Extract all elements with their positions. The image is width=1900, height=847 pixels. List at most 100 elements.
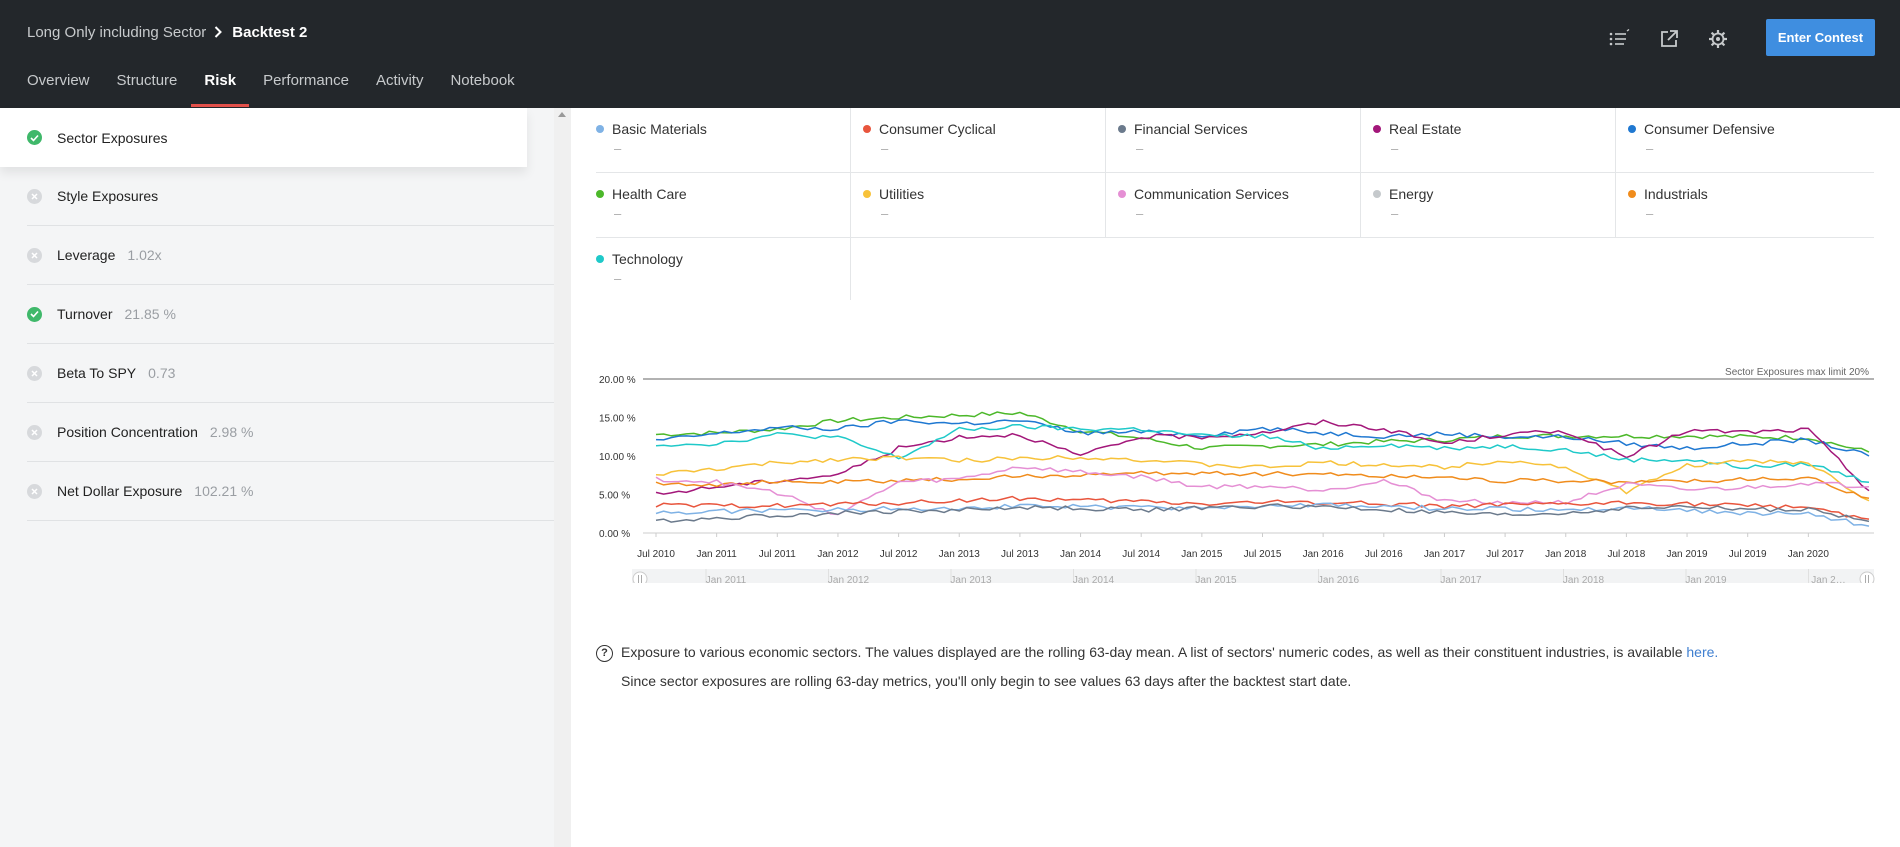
legend-dot [863, 190, 871, 198]
legend-label: Financial Services [1134, 121, 1248, 137]
x-tick-label: Jan 2012 [817, 549, 859, 560]
sidebar-item-net-dollar-exposure[interactable]: Net Dollar Exposure 102.21 % [27, 462, 554, 521]
x-tick-label: Jul 2014 [1122, 549, 1160, 560]
sidebar-item-value: 2.98 % [209, 424, 254, 440]
legend-item-financial-services[interactable]: Financial Services – [1106, 108, 1361, 173]
tab-performance[interactable]: Performance [263, 72, 349, 108]
legend-item-communication-services[interactable]: Communication Services – [1106, 173, 1361, 238]
legend-dot [1628, 190, 1636, 198]
x-tick-label: Jul 2019 [1729, 549, 1767, 560]
legend-value: – [1646, 141, 1654, 156]
x-tick-label: Jan 2020 [1788, 549, 1830, 560]
legend-value: – [881, 141, 889, 156]
y-tick-label: 0.00 % [599, 529, 630, 540]
series-line-industrials [655, 470, 1870, 500]
check-icon [27, 130, 42, 145]
note-line-2: Since sector exposures are rolling 63-da… [621, 673, 1352, 689]
legend-label: Technology [612, 251, 683, 267]
series-line-consumer-defensive [655, 419, 1870, 457]
enter-contest-button[interactable]: Enter Contest [1766, 19, 1875, 56]
x-tick-label: Jul 2016 [1365, 549, 1403, 560]
help-question-icon: ? [596, 645, 613, 662]
tab-overview[interactable]: Overview [27, 72, 90, 108]
legend-item-basic-materials[interactable]: Basic Materials – [596, 108, 851, 173]
legend-item-industrials[interactable]: Industrials – [1616, 173, 1874, 238]
sidebar-item-label: Leverage [57, 247, 116, 263]
legend-item-technology[interactable]: Technology – [596, 238, 851, 300]
y-tick-label: 10.00 % [599, 452, 636, 463]
sidebar-scrollbar[interactable] [554, 108, 571, 847]
breadcrumb-current: Backtest 2 [232, 24, 308, 41]
legend-item-real-estate[interactable]: Real Estate – [1361, 108, 1616, 173]
sidebar-item-leverage[interactable]: Leverage 1.02x [27, 226, 554, 285]
navigator-tick-label: Jan 2012 [828, 575, 870, 583]
navigator-tick-label: Jan 2… [1811, 575, 1845, 583]
breadcrumb: Long Only including Sector Backtest 2 [27, 24, 307, 41]
sector-codes-link[interactable]: here. [1686, 644, 1718, 660]
legend-item-consumer-defensive[interactable]: Consumer Defensive – [1616, 108, 1874, 173]
sidebar-item-position-concentration[interactable]: Position Concentration 2.98 % [27, 403, 554, 462]
tab-activity[interactable]: Activity [376, 72, 424, 108]
external-link-icon[interactable] [1656, 26, 1681, 51]
sidebar-item-style-exposures[interactable]: Style Exposures [27, 167, 554, 226]
legend-item-utilities[interactable]: Utilities – [851, 173, 1106, 238]
legend-dot [1118, 190, 1126, 198]
sidebar-item-value: 1.02x [127, 247, 162, 263]
list-icon[interactable] [1607, 26, 1632, 51]
chevron-right-icon [214, 25, 223, 41]
scroll-up-arrow-icon[interactable] [558, 112, 566, 117]
sector-exposure-chart[interactable]: 20.00 % 15.00 % 10.00 % 5.00 % 0.00 % Sector … [596, 313, 1876, 583]
legend-label: Consumer Cyclical [879, 121, 996, 137]
navigator-left-handle[interactable] [632, 571, 648, 583]
legend-dot [1373, 125, 1381, 133]
x-tick-label: Jan 2013 [939, 549, 981, 560]
legend-dot [1373, 190, 1381, 198]
sidebar-item-value: 21.85 % [124, 306, 176, 322]
max-limit-label: Sector Exposures max limit 20% [1725, 367, 1869, 378]
tab-risk[interactable]: Risk [191, 72, 249, 108]
legend-value: – [881, 206, 889, 221]
legend-item-consumer-cyclical[interactable]: Consumer Cyclical – [851, 108, 1106, 173]
x-tick-label: Jul 2015 [1244, 549, 1282, 560]
navigator-right-handle[interactable] [1859, 571, 1875, 583]
legend-label: Industrials [1644, 186, 1708, 202]
navigator-tick-label: Jan 2016 [1318, 575, 1360, 583]
legend-value: – [1136, 141, 1144, 156]
legend-dot [596, 190, 604, 198]
sidebar-item-value: 102.21 % [194, 483, 254, 499]
navigator-tick-label: Jan 2011 [706, 575, 747, 583]
legend-label: Real Estate [1389, 121, 1462, 137]
legend-item-energy[interactable]: Energy – [1361, 173, 1616, 238]
legend-value: – [1391, 141, 1399, 156]
legend-value: – [1646, 206, 1654, 221]
tab-structure[interactable]: Structure [117, 72, 178, 108]
check-icon [27, 306, 42, 322]
tab-notebook[interactable]: Notebook [450, 72, 514, 108]
y-tick-label: 5.00 % [599, 491, 630, 502]
legend-label: Energy [1389, 186, 1434, 202]
main-panel: Basic Materials – Consumer Cyclical – Fi… [571, 108, 1900, 847]
close-icon [27, 424, 42, 440]
legend-item-health-care[interactable]: Health Care – [596, 173, 851, 238]
risk-sidebar: Sector Exposures Style Exposures Leverag… [0, 108, 554, 847]
tab-bar: Overview Structure Risk Performance Acti… [27, 72, 542, 108]
navigator-tick-label: Jan 2013 [950, 575, 992, 583]
sidebar-item-label: Style Exposures [57, 188, 159, 204]
navigator-tick-label: Jan 2018 [1563, 575, 1605, 583]
x-tick-label: Jul 2012 [880, 549, 918, 560]
legend-value: – [614, 141, 622, 156]
settings-gear-icon[interactable] [1705, 26, 1730, 51]
sidebar-item-beta-to-spy[interactable]: Beta To SPY 0.73 [27, 344, 554, 403]
x-tick-label: Jul 2017 [1486, 549, 1524, 560]
navigator-tick-label: Jan 2019 [1685, 575, 1727, 583]
sidebar-item-sector-exposures[interactable]: Sector Exposures [0, 108, 527, 167]
breadcrumb-parent[interactable]: Long Only including Sector [27, 24, 206, 41]
x-tick-label: Jul 2013 [1001, 549, 1039, 560]
x-tick-label: Jan 2015 [1181, 549, 1223, 560]
x-tick-label: Jan 2017 [1424, 549, 1466, 560]
sidebar-item-turnover[interactable]: Turnover 21.85 % [27, 285, 554, 344]
legend-label: Utilities [879, 186, 925, 202]
x-tick-label: Jan 2018 [1545, 549, 1587, 560]
header-icons [1607, 26, 1730, 51]
legend-dot [596, 255, 604, 263]
